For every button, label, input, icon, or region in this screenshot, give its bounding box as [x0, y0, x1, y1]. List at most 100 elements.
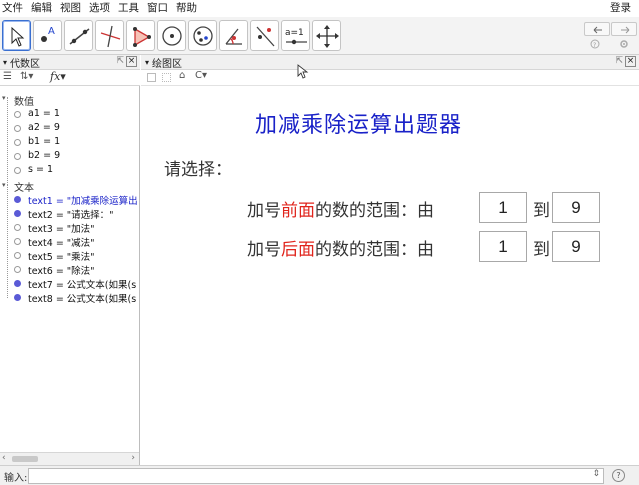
visibility-toggle[interactable]	[14, 153, 21, 160]
visibility-toggle[interactable]	[14, 167, 21, 174]
undock-icon[interactable]: ⇱	[116, 56, 124, 66]
algebra-horizontal-scrollbar[interactable]: ‹ ›	[0, 452, 139, 465]
scroll-left-icon[interactable]: ‹	[2, 453, 6, 463]
expand-triangle-icon[interactable]: ▾	[2, 94, 6, 102]
first-number-min-input[interactable]: 1	[479, 192, 527, 223]
visibility-toggle[interactable]	[14, 224, 21, 231]
visibility-toggle[interactable]	[14, 294, 21, 301]
move-tool-button[interactable]	[2, 20, 31, 51]
input-spinner-icon[interactable]: ⇕	[592, 469, 600, 479]
expand-triangle-icon[interactable]: ▾	[2, 181, 6, 189]
algebra-view-header: ▾ 代数区 ⇱ ×	[0, 55, 140, 70]
algebra-item-text5[interactable]: text5 = "乘法"	[28, 249, 140, 263]
svg-text:A: A	[48, 26, 55, 37]
description-mode-icon[interactable]: fx▾	[50, 70, 66, 83]
group-text: 文本	[14, 183, 34, 194]
algebra-item-a1[interactable]: a1 = 1	[28, 108, 140, 119]
tree-line	[7, 185, 8, 298]
point-icon: A	[41, 26, 55, 42]
visibility-toggle[interactable]	[14, 210, 21, 217]
algebra-item-text7[interactable]: text7 = 公式文本(如果(s	[28, 277, 140, 291]
visibility-toggle[interactable]	[14, 139, 21, 146]
visibility-toggle[interactable]	[14, 238, 21, 245]
svg-text:?: ?	[593, 42, 596, 49]
graphics-style-bar: ⌂ C▾	[141, 70, 639, 86]
algebra-item-a2[interactable]: a2 = 9	[28, 122, 140, 133]
menu-bar: 文件 编辑 视图 选项 工具 窗口 帮助 登录	[0, 0, 639, 17]
sort-icon[interactable]: ☰	[3, 71, 12, 82]
perpendicular-line-icon	[100, 25, 121, 48]
algebra-item-b2[interactable]: b2 = 9	[28, 150, 140, 161]
sort-order-icon[interactable]: ⇅▾	[20, 71, 33, 82]
mouse-cursor-icon	[297, 64, 309, 79]
visibility-toggle[interactable]	[14, 280, 21, 287]
reflect-line-icon	[256, 26, 275, 47]
circle-tool-button[interactable]	[157, 20, 186, 51]
grid-toggle-icon[interactable]	[162, 73, 171, 82]
menu-edit[interactable]: 编辑	[27, 0, 56, 17]
angle-tool-button[interactable]	[219, 20, 248, 51]
scrollbar-thumb[interactable]	[12, 456, 38, 462]
reflect-tool-button[interactable]	[250, 20, 279, 51]
slider-tool-button[interactable]: a=1	[281, 20, 310, 51]
toolbar: A a=1 ?	[0, 17, 639, 55]
menu-options[interactable]: 选项	[85, 0, 114, 17]
circle-center-icon	[162, 26, 182, 46]
tree-line	[7, 97, 8, 185]
close-view-icon[interactable]: ×	[625, 56, 636, 67]
help-icon[interactable]: ?	[590, 39, 600, 49]
menu-tools[interactable]: 工具	[114, 0, 143, 17]
point-capture-icon[interactable]: C▾	[195, 70, 207, 81]
point-tool-button[interactable]: A	[33, 20, 62, 51]
choose-prompt: 请选择：	[164, 160, 232, 180]
graphics-view-title: 绘图区	[152, 58, 183, 70]
polygon-tool-button[interactable]	[126, 20, 155, 51]
undock-icon[interactable]: ⇱	[615, 56, 623, 66]
algebra-item-text2[interactable]: text2 = "请选择："	[28, 207, 140, 221]
algebra-item-s[interactable]: s = 1	[28, 164, 140, 175]
menu-help[interactable]: 帮助	[172, 0, 201, 17]
slider-tool-label: a=1	[285, 28, 304, 38]
second-number-max-input[interactable]: 9	[552, 231, 600, 262]
algebra-item-text1[interactable]: text1 = "加减乘除运算出	[28, 193, 140, 207]
row1-suffix: 的数的范围：由	[315, 201, 434, 221]
algebra-item-text8[interactable]: text8 = 公式文本(如果(s	[28, 291, 140, 305]
algebra-item-text6[interactable]: text6 = "除法"	[28, 263, 140, 277]
redo-button[interactable]	[611, 22, 637, 36]
second-number-min-input[interactable]: 1	[479, 231, 527, 262]
perpendicular-tool-button[interactable]	[95, 20, 124, 51]
move-view-tool-button[interactable]	[312, 20, 341, 51]
first-number-max-input[interactable]: 9	[552, 192, 600, 223]
graphics-view-header: ▾ 绘图区 ⇱ ×	[141, 55, 639, 70]
input-bar: 输入: ⇕ ?	[0, 465, 639, 485]
command-input[interactable]: ⇕	[28, 468, 604, 484]
line-tool-button[interactable]	[64, 20, 93, 51]
algebra-item-text3[interactable]: text3 = "加法"	[28, 221, 140, 235]
visibility-toggle[interactable]	[14, 125, 21, 132]
algebra-style-bar: ☰ ⇅▾ fx▾	[0, 70, 140, 86]
range-row-first: 加号前面的数的范围：由	[247, 196, 434, 221]
scroll-right-icon[interactable]: ›	[131, 453, 135, 463]
row1-prefix: 加号	[247, 201, 281, 221]
algebra-item-b1[interactable]: b1 = 1	[28, 136, 140, 147]
algebra-item-text4[interactable]: text4 = "减法"	[28, 235, 140, 249]
collapse-triangle-icon[interactable]: ▾	[3, 58, 7, 67]
undo-button[interactable]	[584, 22, 610, 36]
login-link[interactable]: 登录	[610, 0, 631, 17]
menu-window[interactable]: 窗口	[143, 0, 172, 17]
menu-file[interactable]: 文件	[0, 0, 27, 17]
visibility-toggle[interactable]	[14, 111, 21, 118]
close-view-icon[interactable]: ×	[126, 56, 137, 67]
graphics-view[interactable]: ▾ 绘图区 ⇱ × ⌂ C▾ 加减乘除运算出题器 请选择： 加号前面的数的范围：…	[141, 55, 639, 465]
row2-suffix: 的数的范围：由	[315, 240, 434, 260]
collapse-triangle-icon[interactable]: ▾	[145, 58, 149, 67]
input-help-icon[interactable]: ?	[612, 469, 625, 482]
axes-toggle-icon[interactable]	[147, 73, 156, 82]
settings-gear-icon[interactable]	[619, 39, 629, 49]
menu-view[interactable]: 视图	[56, 0, 85, 17]
visibility-toggle[interactable]	[14, 252, 21, 259]
visibility-toggle[interactable]	[14, 196, 21, 203]
visibility-toggle[interactable]	[14, 266, 21, 273]
home-icon[interactable]: ⌂	[179, 70, 185, 81]
circle-three-points-tool-button[interactable]	[188, 20, 217, 51]
